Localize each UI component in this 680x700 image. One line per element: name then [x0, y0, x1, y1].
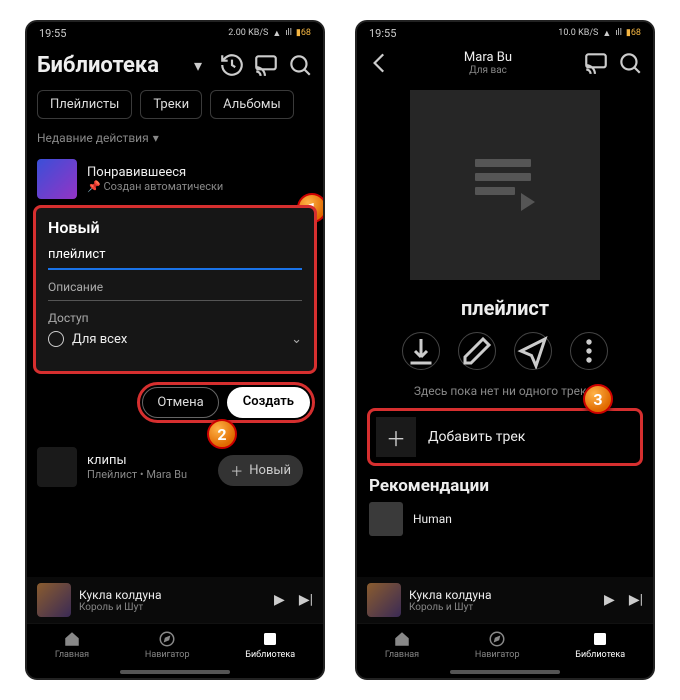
status-time: 19:55	[369, 27, 396, 40]
chevron-down-icon: ⌄	[291, 332, 302, 347]
filter-chips: Плейлисты Треки Альбомы	[27, 86, 323, 123]
playlist-name-field[interactable]: плейлист	[48, 247, 302, 270]
search-icon[interactable]	[287, 52, 313, 78]
more-button[interactable]	[570, 332, 608, 370]
new-playlist-modal: Новый плейлист Описание Доступ Для всех …	[33, 205, 317, 374]
playlist-desc-field[interactable]: Описание	[48, 280, 302, 301]
status-time: 19:55	[39, 27, 66, 40]
access-selector[interactable]: Для всех ⌄	[48, 331, 302, 347]
nav-explore[interactable]: Навигатор	[475, 630, 520, 660]
recommendations-title: Рекомендации	[357, 466, 653, 500]
recent-activity-label[interactable]: Недавние действия ▾	[27, 123, 323, 153]
cast-icon[interactable]	[253, 52, 279, 78]
nav-library[interactable]: Библиотека	[575, 630, 625, 660]
new-playlist-button[interactable]: ＋ Новый	[218, 455, 303, 486]
reco-item[interactable]: Human	[357, 500, 653, 538]
signal-icon: ıll	[615, 28, 622, 38]
liked-sub: 📌 Создан автоматически	[87, 180, 223, 193]
home-indicator	[120, 670, 230, 674]
home-icon	[63, 630, 81, 648]
annotation-marker-2: 2	[207, 419, 237, 449]
next-icon[interactable]: ▶|	[299, 592, 313, 608]
share-button[interactable]	[514, 332, 552, 370]
history-icon[interactable]	[219, 52, 245, 78]
add-track-button[interactable]: ＋ Добавить трек	[367, 408, 643, 466]
wifi-icon: ▲	[272, 28, 281, 39]
liked-title: Понравившееся	[87, 165, 223, 180]
status-bar: 19:55 2.00 KB/S ▲ ıll ▮68	[27, 22, 323, 44]
home-indicator	[450, 670, 560, 674]
reco-thumb	[369, 502, 403, 536]
plus-icon: ＋	[230, 461, 243, 480]
status-net: 2.00 KB/S	[228, 28, 268, 38]
chip-playlists[interactable]: Плейлисты	[37, 90, 132, 119]
chip-tracks[interactable]: Треки	[140, 90, 202, 119]
cancel-button[interactable]: Отмена	[142, 387, 218, 418]
now-playing-artist: Король и Шут	[79, 602, 162, 613]
clips-item[interactable]: клипы Плейлист • Mara Bu ＋ Новый	[27, 441, 323, 493]
playlist-placeholder-icon	[475, 159, 535, 211]
library-icon	[591, 630, 609, 648]
dropdown-icon[interactable]: ▾	[185, 52, 211, 78]
phone-left: 19:55 2.00 KB/S ▲ ıll ▮68 Библиотека ▾ П…	[25, 20, 325, 680]
compass-icon	[158, 630, 176, 648]
mini-player[interactable]: Кукла колдуна Король и Шут ▶ ▶|	[27, 577, 323, 623]
library-header: Библиотека ▾	[27, 44, 323, 86]
next-icon[interactable]: ▶|	[629, 592, 643, 608]
nav-home[interactable]: Главная	[55, 630, 89, 660]
liked-thumb	[37, 159, 77, 199]
globe-icon	[48, 331, 64, 347]
nav-library[interactable]: Библиотека	[245, 630, 295, 660]
playlist-access-field: Доступ Для всех ⌄	[48, 311, 302, 347]
now-playing-art	[37, 583, 71, 617]
now-playing-artist: Король и Шут	[409, 602, 492, 613]
signal-icon: ıll	[285, 28, 292, 38]
nav-home[interactable]: Главная	[385, 630, 419, 660]
now-playing-art	[367, 583, 401, 617]
header-sub: Для вас	[401, 65, 575, 76]
wifi-icon: ▲	[602, 28, 611, 39]
mini-player[interactable]: Кукла колдуна Король и Шут ▶ ▶|	[357, 577, 653, 623]
access-value: Для всех	[72, 332, 127, 347]
play-icon[interactable]: ▶	[604, 592, 615, 608]
plus-icon: ＋	[376, 417, 416, 457]
add-track-label: Добавить трек	[428, 429, 525, 445]
playlist-name: плейлист	[357, 296, 653, 320]
create-button[interactable]: Создать	[227, 387, 310, 418]
back-icon[interactable]	[367, 50, 393, 76]
chevron-down-icon: ▾	[153, 131, 159, 145]
play-icon[interactable]: ▶	[274, 592, 285, 608]
download-button[interactable]	[402, 332, 440, 370]
clips-title: клипы	[87, 453, 187, 468]
compass-icon	[488, 630, 506, 648]
playlist-actions	[357, 332, 653, 370]
bottom-nav: Главная Навигатор Библиотека	[357, 623, 653, 668]
playlist-cover	[410, 90, 600, 280]
battery-icon: ▮68	[626, 28, 641, 38]
library-icon	[261, 630, 279, 648]
modal-title: Новый	[48, 218, 302, 237]
clips-sub: Плейлист • Mara Bu	[87, 468, 187, 481]
battery-icon: ▮68	[296, 28, 311, 38]
modal-buttons-highlight: Отмена Создать	[137, 382, 315, 423]
liked-songs-item[interactable]: Понравившееся 📌 Создан автоматически	[27, 153, 323, 205]
now-playing-title: Кукла колдуна	[409, 588, 492, 602]
annotation-marker-3: 3	[583, 384, 613, 414]
page-title: Библиотека	[37, 53, 177, 78]
status-net: 10.0 KB/S	[558, 28, 598, 38]
nav-explore[interactable]: Навигатор	[145, 630, 190, 660]
playlist-header: Mara Bu Для вас	[357, 44, 653, 82]
now-playing-title: Кукла колдуна	[79, 588, 162, 602]
home-icon	[393, 630, 411, 648]
phone-right: 19:55 10.0 KB/S ▲ ıll ▮68 Mara Bu Для ва…	[355, 20, 655, 680]
chip-albums[interactable]: Альбомы	[210, 90, 294, 119]
clips-thumb	[37, 447, 77, 487]
cast-icon[interactable]	[583, 50, 609, 76]
search-icon[interactable]	[617, 50, 643, 76]
edit-button[interactable]	[458, 332, 496, 370]
header-user: Mara Bu	[401, 50, 575, 65]
bottom-nav: Главная Навигатор Библиотека	[27, 623, 323, 668]
status-bar: 19:55 10.0 KB/S ▲ ıll ▮68	[357, 22, 653, 44]
reco-track-title: Human	[413, 512, 452, 526]
